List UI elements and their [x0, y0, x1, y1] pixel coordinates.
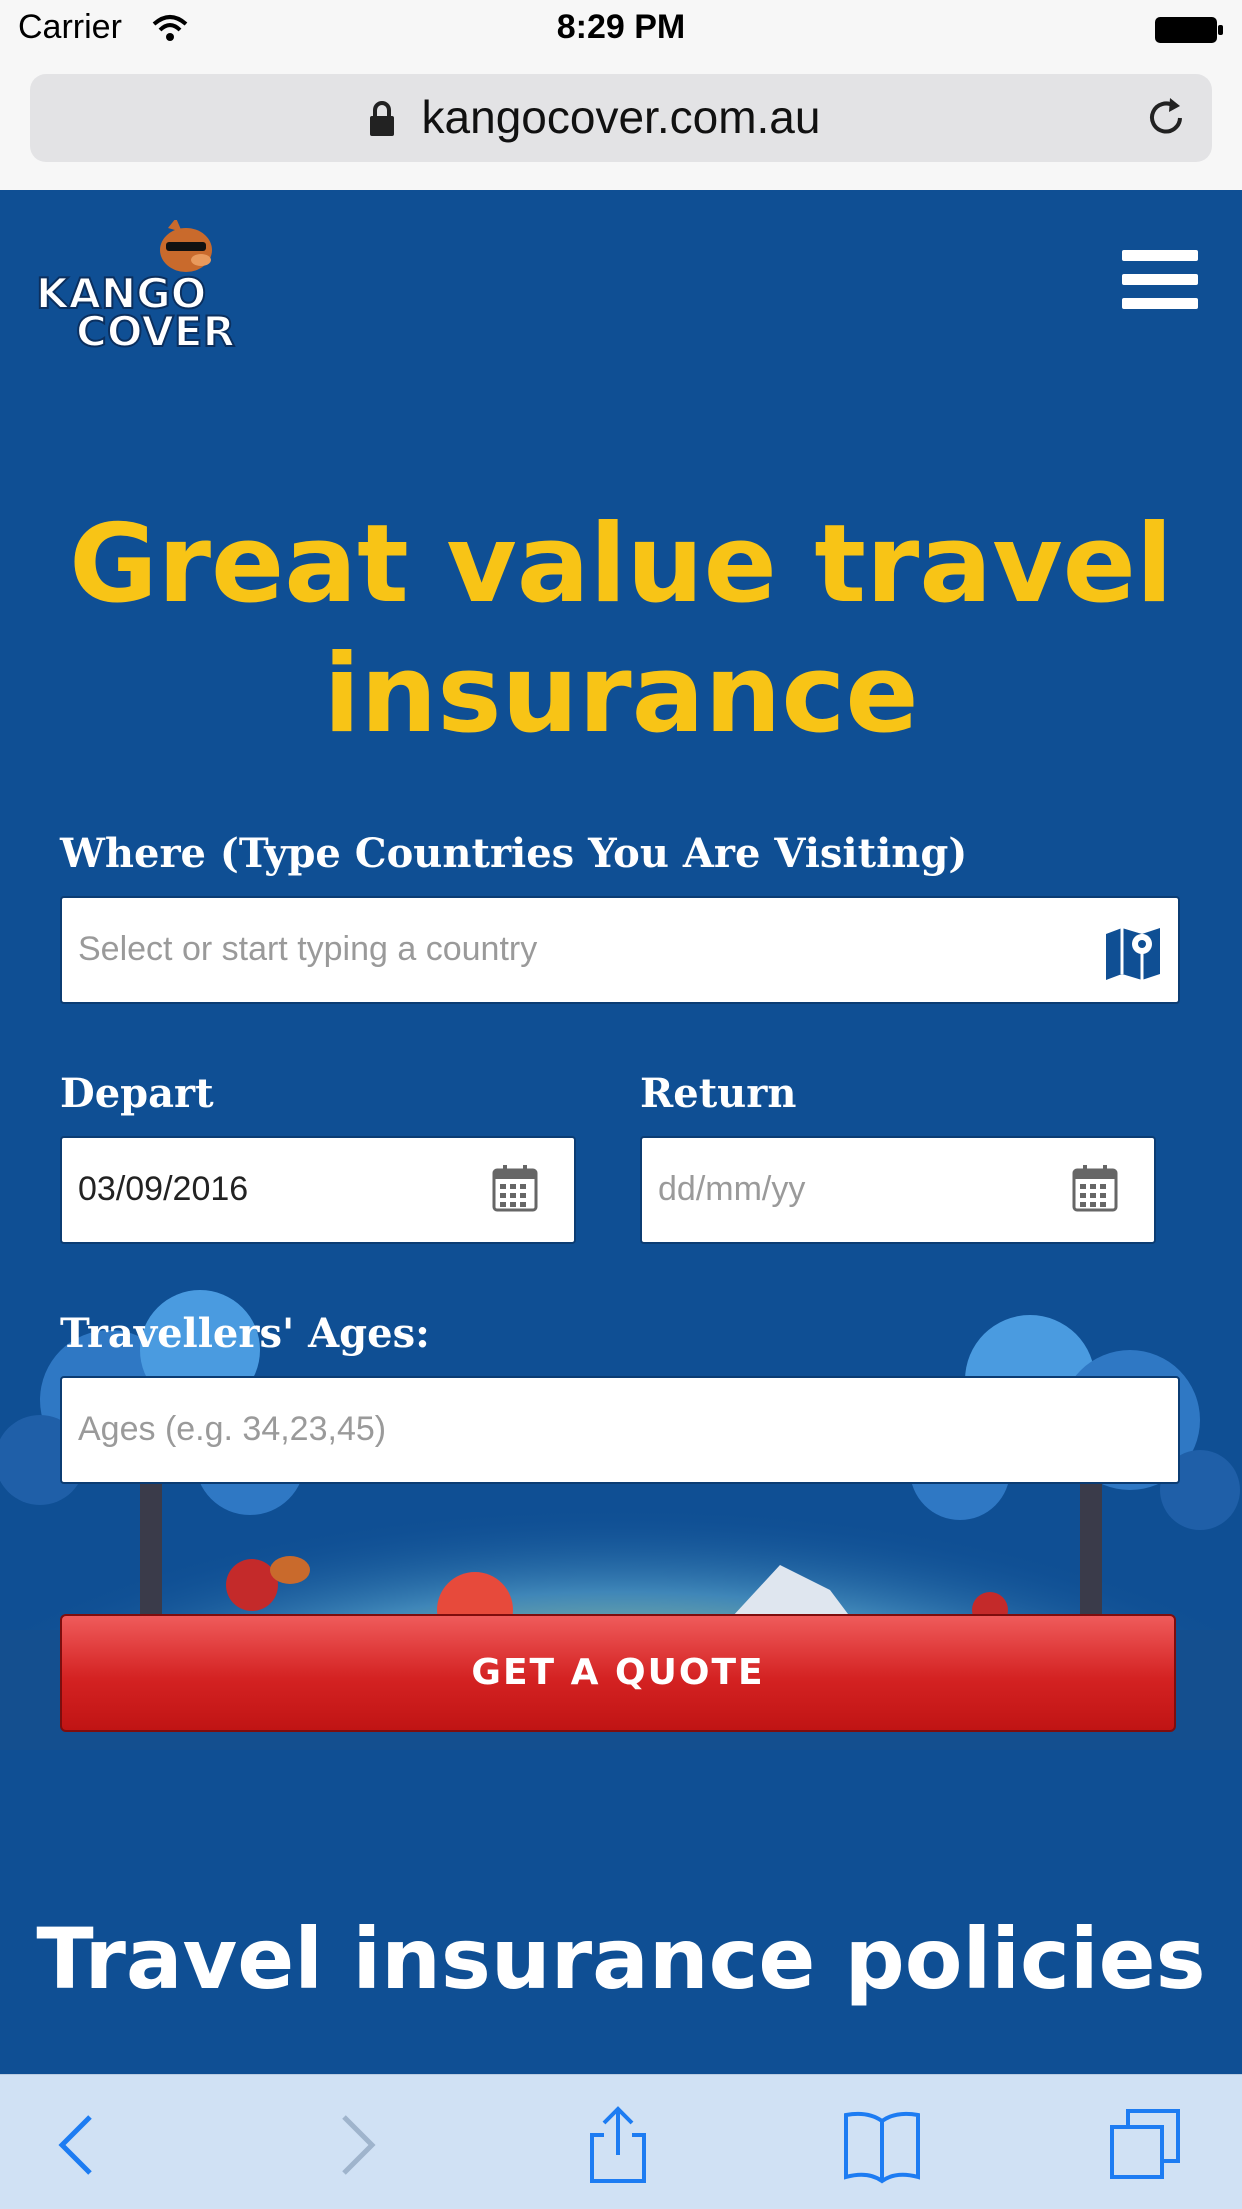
map-pin-icon[interactable]: [1102, 920, 1164, 982]
headline-line-2: insurance: [323, 632, 919, 757]
forward-icon[interactable]: [316, 2105, 396, 2185]
back-icon[interactable]: [38, 2105, 118, 2185]
where-label: Where (Type Countries You Are Visiting): [60, 830, 968, 877]
depart-date-input[interactable]: 03/09/2016: [60, 1136, 576, 1244]
hero-headline: Great value travel insurance: [0, 500, 1242, 760]
return-date-placeholder: dd/mm/yy: [658, 1170, 806, 1208]
status-bar: Carrier 8:29 PM: [0, 0, 1242, 60]
return-label: Return: [640, 1070, 797, 1117]
hamburger-menu-icon[interactable]: [1122, 250, 1198, 309]
browser-address-bar: kangocover.com.au: [0, 60, 1242, 191]
depart-label: Depart: [60, 1070, 214, 1117]
ages-input[interactable]: Ages (e.g. 34,23,45): [60, 1376, 1180, 1484]
section-title: Travel insurance policies: [36, 1910, 1206, 2008]
battery-icon: [1155, 17, 1223, 43]
return-date-input[interactable]: dd/mm/yy: [640, 1136, 1156, 1244]
ages-label: Travellers' Ages:: [60, 1310, 430, 1357]
calendar-icon[interactable]: [492, 1164, 538, 1212]
browser-toolbar: [0, 2074, 1242, 2209]
calendar-icon[interactable]: [1072, 1164, 1118, 1212]
status-time: 8:29 PM: [556, 8, 686, 46]
country-input-placeholder: Select or start typing a country: [78, 930, 538, 968]
logo-text-cover: COVER: [76, 307, 235, 350]
depart-date-value: 03/09/2016: [78, 1170, 249, 1208]
get-quote-button[interactable]: GET A QUOTE: [60, 1614, 1176, 1732]
url-field[interactable]: kangocover.com.au: [30, 74, 1212, 162]
reload-icon[interactable]: [1142, 94, 1190, 142]
url-text: kangocover.com.au: [421, 91, 821, 143]
share-icon[interactable]: [578, 2105, 658, 2185]
page-content: KANGO COVER Great value travel insurance: [0, 190, 1242, 2074]
tabs-icon[interactable]: [1106, 2105, 1186, 2185]
ages-input-placeholder: Ages (e.g. 34,23,45): [78, 1410, 387, 1448]
country-input[interactable]: Select or start typing a country: [60, 896, 1180, 1004]
kangocover-logo[interactable]: KANGO COVER: [36, 220, 246, 350]
headline-line-1: Great value travel: [69, 502, 1173, 627]
bookmarks-icon[interactable]: [842, 2105, 922, 2185]
